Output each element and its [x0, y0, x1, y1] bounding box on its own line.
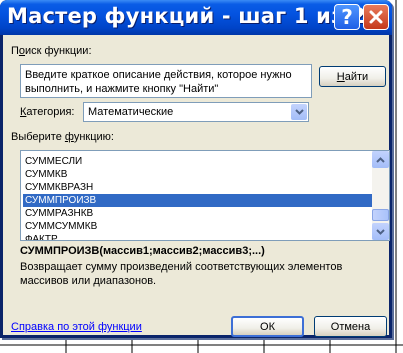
close-icon [369, 10, 383, 24]
scroll-up-button[interactable] [372, 151, 389, 168]
find-button[interactable]: Найти [319, 66, 386, 87]
category-select[interactable]: Математические [83, 102, 309, 122]
category-label: Категория: [20, 106, 75, 118]
help-icon: ? [341, 5, 353, 29]
search-label: Поиск функции: [11, 45, 92, 57]
search-input[interactable]: Введите краткое описание действия, котор… [20, 64, 312, 98]
function-item[interactable]: СУММКВ [23, 168, 373, 181]
category-value: Математические [88, 106, 174, 118]
function-signature: СУММПРОИЗВ(массив1;массив2;массив3;...) [20, 245, 265, 257]
function-help-link[interactable]: Справка по этой функции [11, 321, 142, 333]
chevron-down-icon [376, 228, 385, 235]
function-item[interactable]: СУММКВРАЗН [23, 181, 373, 194]
function-description: Возвращает сумму произведений соответств… [20, 261, 343, 287]
function-item[interactable]: СУММРАЗНКВ [23, 207, 373, 220]
scroll-thumb[interactable] [372, 209, 389, 221]
function-item-selected[interactable]: СУММПРОИЗВ [23, 194, 373, 207]
select-function-label: Выберите функцию: [11, 131, 114, 143]
ok-button[interactable]: ОК [231, 316, 304, 337]
category-dropdown-button[interactable] [291, 104, 307, 120]
title-bar[interactable]: Мастер функций - шаг 1 из 2 ? [0, 0, 392, 35]
help-button[interactable]: ? [334, 4, 360, 30]
find-button-label: Найти [336, 70, 369, 83]
function-wizard-dialog: Мастер функций - шаг 1 из 2 ? Поиск функ… [0, 0, 392, 338]
cancel-button[interactable]: Отмена [314, 316, 387, 337]
function-item[interactable]: ФАКТР [23, 233, 373, 240]
ok-button-label: ОК [260, 320, 275, 333]
chevron-up-icon [376, 156, 385, 163]
function-item[interactable]: СУММСУММКВ [23, 220, 373, 233]
function-list[interactable]: СУММЕСЛИ СУММКВ СУММКВРАЗН СУММПРОИЗВ СУ… [20, 150, 390, 241]
search-hint: Введите краткое описание действия, котор… [25, 69, 292, 95]
function-item[interactable]: СУММЕСЛИ [23, 155, 373, 168]
window-title: Мастер функций - шаг 1 из 2 [7, 4, 366, 28]
dialog-body: Поиск функции: Введите краткое описание … [3, 35, 390, 337]
chevron-down-icon [294, 109, 304, 115]
cancel-button-label: Отмена [330, 320, 371, 333]
function-list-scrollbar[interactable] [372, 151, 389, 240]
scroll-down-button[interactable] [372, 223, 389, 240]
close-button[interactable] [363, 4, 389, 30]
